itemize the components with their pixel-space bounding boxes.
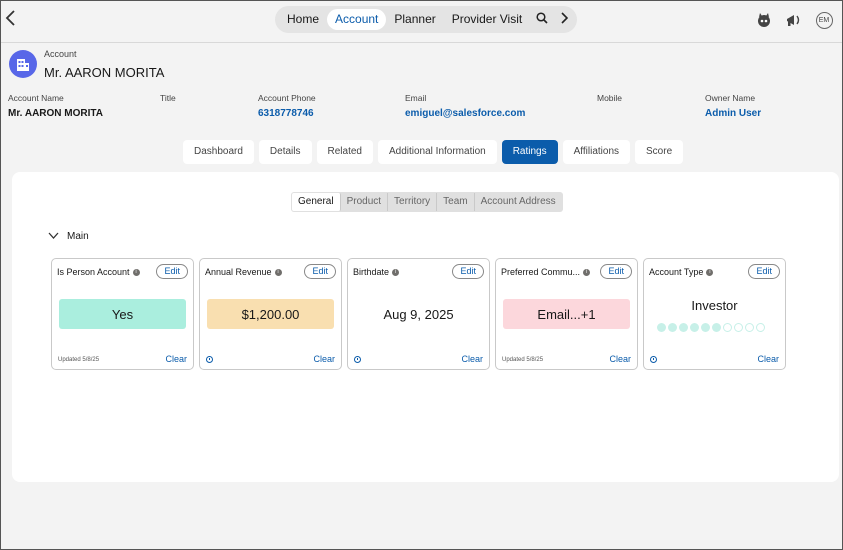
rating-card-account-type: Account Type i Edit Investor Clear	[643, 258, 786, 370]
field-account-phone: Account Phone 6318778746	[258, 93, 316, 119]
history-icon[interactable]	[650, 356, 657, 363]
rating-card-is-person-account: Is Person Account i Edit Yes Updated 5/8/…	[51, 258, 194, 370]
tab-ratings[interactable]: Ratings	[501, 140, 558, 164]
tab-affiliations[interactable]: Affiliations	[562, 140, 631, 164]
rating-cards: Is Person Account i Edit Yes Updated 5/8/…	[51, 258, 786, 370]
rating-dot[interactable]	[679, 323, 688, 332]
rating-dot[interactable]	[712, 323, 721, 332]
field-title: Title	[160, 93, 176, 103]
back-arrow-icon[interactable]	[5, 9, 21, 31]
subtab-territory[interactable]: Territory	[388, 193, 438, 211]
ratings-subtabs: General Product Territory Team Account A…	[291, 192, 563, 212]
nav-account[interactable]: Account	[327, 9, 387, 30]
top-bar: Home Account Planner Provider Visit EM	[1, 1, 842, 43]
rating-dot[interactable]	[734, 323, 743, 332]
rating-value: Investor	[691, 298, 738, 313]
main-nav: Home Account Planner Provider Visit	[275, 6, 577, 33]
field-account-name: Account Name Mr. AARON MORITA	[8, 93, 103, 119]
rating-card-annual-revenue: Annual Revenue i Edit $1,200.00 Clear	[199, 258, 342, 370]
subtab-general[interactable]: General	[292, 193, 341, 211]
history-icon[interactable]	[354, 356, 361, 363]
account-icon	[9, 50, 37, 78]
tab-score[interactable]: Score	[635, 140, 684, 164]
info-icon[interactable]: i	[392, 269, 400, 277]
clear-button[interactable]: Clear	[609, 354, 631, 364]
info-icon[interactable]: i	[706, 269, 714, 277]
tab-details[interactable]: Details	[258, 140, 312, 164]
card-title: Birthdate	[353, 267, 390, 277]
clear-button[interactable]: Clear	[313, 354, 335, 364]
record-tabs: Dashboard Details Related Additional Inf…	[183, 140, 684, 164]
email-link[interactable]: emiguel@salesforce.com	[405, 108, 525, 119]
clear-button[interactable]: Clear	[757, 354, 779, 364]
ratings-panel: General Product Territory Team Account A…	[12, 172, 839, 482]
nav-planner[interactable]: Planner	[386, 9, 443, 30]
chevron-down-icon	[48, 231, 59, 242]
rating-dot[interactable]	[745, 323, 754, 332]
updated-date: Updated 5/8/25	[58, 357, 100, 363]
rating-value: $1,200.00	[207, 299, 334, 329]
rating-dot[interactable]	[657, 323, 666, 332]
user-avatar[interactable]: EM	[814, 10, 834, 30]
edit-button[interactable]: Edit	[452, 264, 484, 279]
rating-value: Yes	[59, 299, 186, 329]
history-icon[interactable]	[206, 356, 213, 363]
subtab-product[interactable]: Product	[341, 193, 389, 211]
rating-card-birthdate: Birthdate i Edit Aug 9, 2025 Clear	[347, 258, 490, 370]
record-type-label: Account	[44, 49, 77, 59]
rating-scale	[657, 323, 765, 332]
record-title: Mr. AARON MORITA	[44, 65, 165, 80]
clear-button[interactable]: Clear	[461, 354, 483, 364]
nav-provider-visit[interactable]: Provider Visit	[444, 9, 530, 30]
owner-link[interactable]: Admin User	[705, 108, 761, 119]
card-title: Is Person Account	[57, 267, 130, 277]
rating-value: Email...+1	[503, 299, 630, 329]
rating-value: Aug 9, 2025	[383, 306, 454, 322]
rating-dot[interactable]	[701, 323, 710, 332]
edit-button[interactable]: Edit	[156, 264, 188, 279]
chevron-right-icon[interactable]	[554, 9, 574, 30]
agent-mascot-icon[interactable]	[754, 10, 774, 30]
edit-button[interactable]: Edit	[600, 264, 632, 279]
info-icon[interactable]: i	[274, 269, 282, 277]
field-email: Email emiguel@salesforce.com	[405, 93, 526, 119]
info-icon[interactable]: i	[132, 269, 140, 277]
rating-dot[interactable]	[723, 323, 732, 332]
section-label: Main	[67, 231, 89, 242]
card-title: Annual Revenue	[205, 267, 272, 277]
updated-date: Updated 5/8/25	[502, 357, 544, 363]
rating-dot[interactable]	[668, 323, 677, 332]
section-main-toggle[interactable]: Main	[48, 231, 89, 242]
rating-card-preferred-communication: Preferred Commu... i Edit Email...+1 Upda…	[495, 258, 638, 370]
clear-button[interactable]: Clear	[165, 354, 187, 364]
card-title: Preferred Commu...	[501, 267, 581, 277]
phone-link[interactable]: 6318778746	[258, 108, 316, 119]
tab-additional-information[interactable]: Additional Information	[377, 140, 497, 164]
edit-button[interactable]: Edit	[748, 264, 780, 279]
highlights-panel: Account Name Mr. AARON MORITA Title Acco…	[1, 93, 843, 123]
search-icon[interactable]	[530, 9, 554, 30]
subtab-team[interactable]: Team	[437, 193, 475, 211]
field-mobile: Mobile	[597, 93, 623, 103]
rating-dot[interactable]	[690, 323, 699, 332]
tab-related[interactable]: Related	[316, 140, 373, 164]
rating-dot[interactable]	[756, 323, 765, 332]
info-icon[interactable]: i	[583, 269, 591, 277]
edit-button[interactable]: Edit	[304, 264, 336, 279]
card-title: Account Type	[649, 267, 704, 277]
tab-dashboard[interactable]: Dashboard	[183, 140, 254, 164]
nav-home[interactable]: Home	[279, 9, 327, 30]
announcements-icon[interactable]	[784, 10, 804, 30]
subtab-account-address[interactable]: Account Address	[475, 193, 562, 211]
field-owner-name: Owner Name Admin User	[705, 93, 762, 119]
